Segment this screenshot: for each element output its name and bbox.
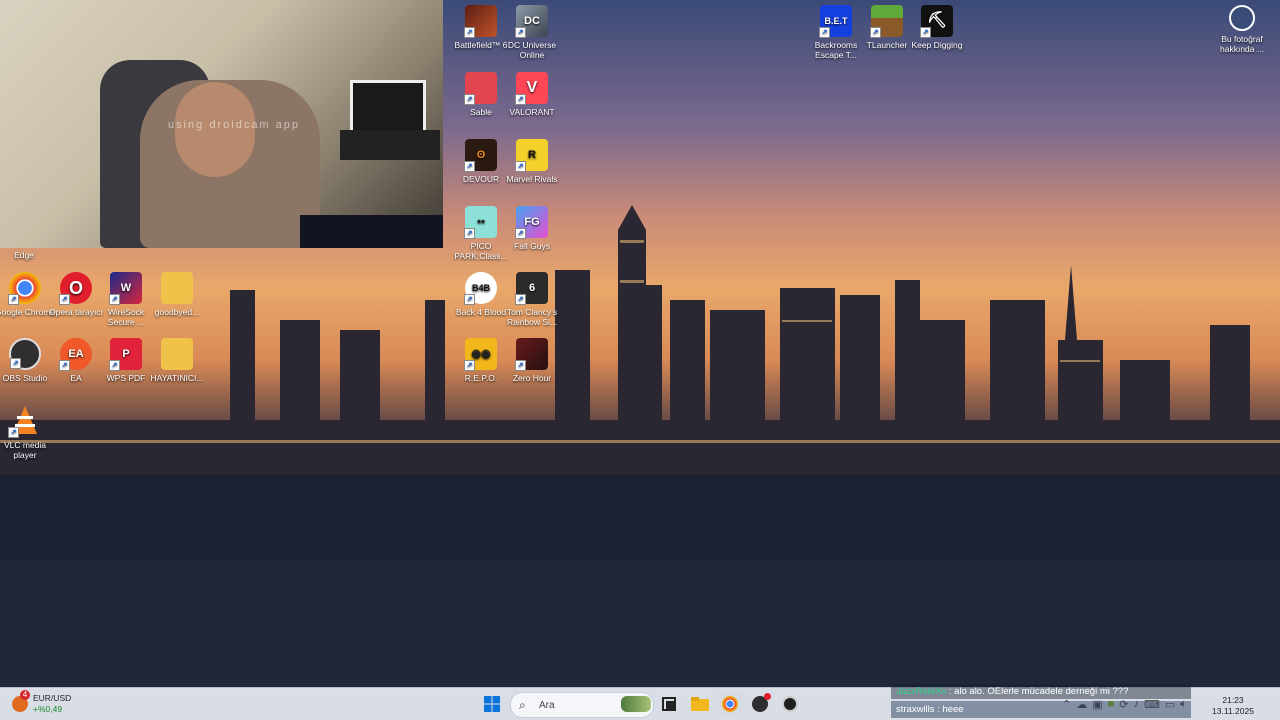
system-clock[interactable]: 21:23 13.11.2025 [1210,695,1256,717]
folder-icon [161,338,193,370]
obs-taskbar-button[interactable] [748,692,772,716]
valorant-icon: V ↗ [515,72,548,105]
widget-value: +%0,49 [33,704,63,714]
desktop-icon-keepdigging[interactable]: ⛏ ↗ Keep Digging [907,5,967,50]
backrooms-icon: B.E.T ↗ [819,5,852,38]
marvel-rivals-icon: R ↗ [515,139,548,172]
icon-label: Backrooms Escape T... [814,40,858,60]
chrome-icon: ↗ [8,272,41,305]
fall-guys-icon: FG ↗ [515,206,548,239]
desktop-icon-photo-about[interactable]: Bu fotoğraf hakkında ... [1212,5,1272,54]
pico-park-icon: •• ↗ [464,206,497,239]
desktop-icon-hayatinici[interactable]: HAYATINICI... [147,338,207,383]
chat-message: JazzRelaXx : alo alo. OElerle mücadele d… [891,684,1191,699]
icon-label: Zero Hour [512,373,552,383]
desktop-icon-valorant[interactable]: V ↗ VALORANT [502,72,562,117]
pickaxe-icon: ⛏ ↗ [920,5,953,38]
icon-label: WPS PDF [106,373,146,383]
desktop-icon-goodbyed[interactable]: goodbyed... [147,272,207,317]
wps-pdf-icon: P ↗ [109,338,142,371]
taskbar-search[interactable]: ⌕ Ara [510,692,654,718]
icon-label: R.E.P.O. [464,373,498,383]
icon-label: Bu fotoğraf hakkında ... [1220,34,1264,54]
search-placeholder: Ara [539,699,555,711]
wiresock-icon: W ↗ [109,272,142,305]
icon-label: Battlefield™ 6 [454,40,508,50]
chrome-icon [722,696,738,712]
folder-icon [161,272,193,304]
devour-icon: ʘ ↗ [464,139,497,172]
clock-time: 21:23 [1222,695,1244,705]
zero-hour-icon: ↗ [515,338,548,371]
file-explorer-button[interactable] [688,692,712,716]
obs-icon [752,693,771,712]
desktop-icon-rainbow[interactable]: 6 ↗ Tom Clancy's Rainbow Si... [502,272,562,327]
chat-username: JazzRelaXx [896,686,947,697]
widget-title: EUR/USD [33,693,72,703]
icon-label: Tom Clancy's Rainbow Si... [506,307,558,327]
start-button[interactable] [480,692,504,716]
desktop-icon-vlc[interactable]: ↗ VLC media player [0,405,55,460]
chat-overlay: JazzRelaXx : alo alo. OElerle mücadele d… [891,684,1191,719]
desktop-icon-zerohour[interactable]: ↗ Zero Hour [502,338,562,383]
chat-text: : heee [934,704,964,715]
microphone-arm [340,130,440,160]
search-icon: ⌕ [519,698,526,712]
chat-text: : alo alo. OElerle mücadele derneği mi ?… [946,686,1129,697]
icon-label: VALORANT [509,107,555,117]
clock-date: 13.11.2025 [1212,706,1254,716]
icon-label: PICO PARK:Class... [454,241,508,261]
folder-icon [691,697,709,711]
icon-label: goodbyed... [154,307,200,317]
desktop-icon-dcuniverse[interactable]: DC ↗ DC Universe Online [502,5,562,60]
search-highlight-image [621,696,651,712]
ea-icon: EA ↗ [59,338,92,371]
windows-icon [484,696,500,712]
icon-label: Keep Digging [911,40,963,50]
rainbow-six-icon: 6 ↗ [515,272,548,305]
chat-message: straxwills : heee [891,701,1191,718]
icon-label: Opera tarayıcı [49,307,103,317]
notification-badge: 4 [20,690,30,700]
icon-label: EA [70,373,82,383]
icon-label: Sable [470,107,492,117]
app-icon [782,696,798,712]
chrome-taskbar-button[interactable] [718,692,742,716]
task-view-icon [662,697,676,711]
camera-icon [1229,5,1255,31]
webcam-overlay: using droidcam app [0,0,443,248]
desktop-icon-fallguys[interactable]: FG ↗ Fall Guys [502,206,562,251]
desktop-icon-edge[interactable]: Edge [0,250,54,260]
webcam-caption: using droidcam app [168,119,301,131]
dc-universe-icon: DC ↗ [515,5,548,38]
weather-widget[interactable]: 4 EUR/USD +%0,49 [10,690,90,716]
icon-label: Fall Guys [514,241,550,251]
icon-label: TLauncher [866,40,908,50]
vlc-icon: ↗ [8,405,41,438]
battlefield-icon: ↗ [464,5,497,38]
opera-icon: O ↗ [59,272,92,305]
app-taskbar-button[interactable] [778,692,802,716]
icon-label: DC Universe Online [507,40,557,60]
chat-username: straxwills [896,704,935,715]
icon-label: Back 4 Blood [455,307,507,317]
repo-icon: ◉◉ ↗ [464,338,497,371]
icon-label: DEVOUR [462,174,500,184]
icon-label: Marvel Rivals [506,174,558,184]
icon-label: WireSock Secure ... [107,307,145,327]
monitor [300,215,443,248]
obs-icon: ↗ [9,338,41,370]
sable-icon: ↗ [464,72,497,105]
icon-label: VLC media player [3,440,47,460]
back-4-blood-icon: B4B ↗ [464,272,497,305]
icon-label: HAYATINICI... [150,373,204,383]
task-view-button[interactable] [657,692,681,716]
icon-label: Edge [14,250,34,260]
icon-label: OBS Studio [2,373,48,383]
tlauncher-icon: ↗ [870,5,903,38]
desktop-icon-marvel[interactable]: R ↗ Marvel Rivals [502,139,562,184]
